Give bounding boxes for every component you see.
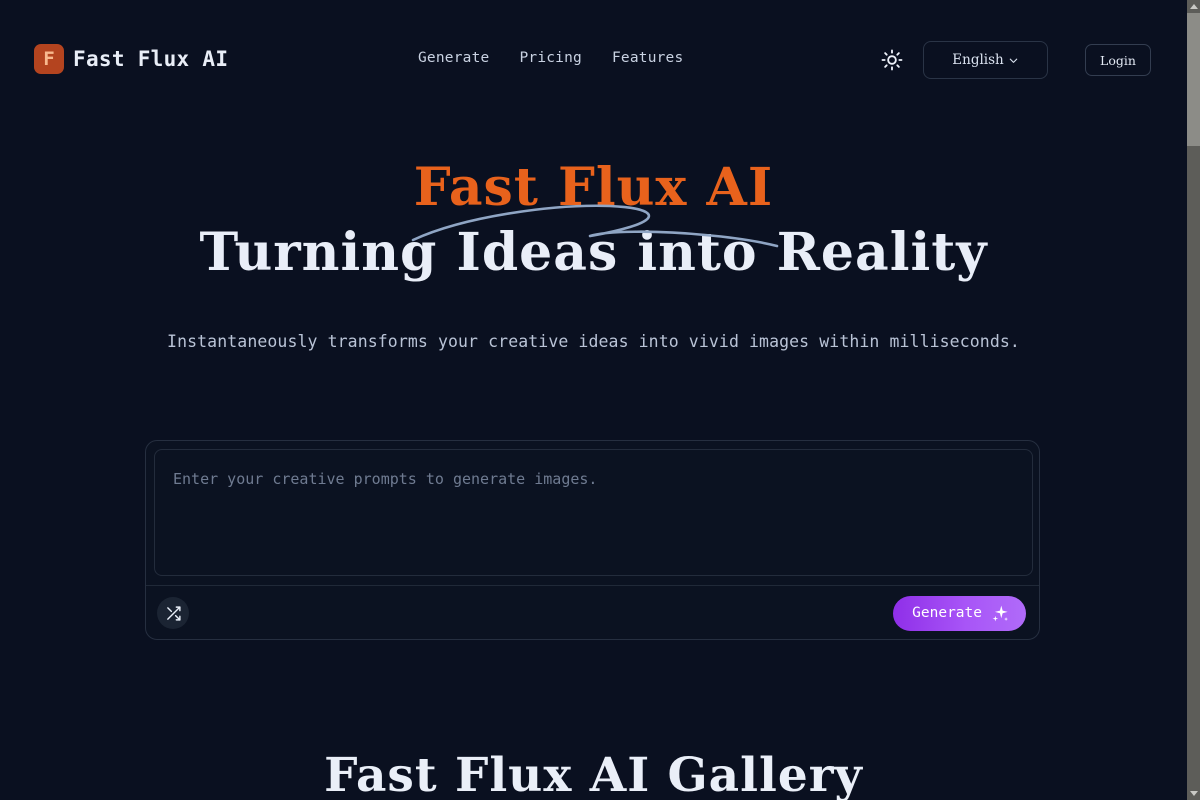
scroll-down-arrow-icon bbox=[1189, 791, 1198, 796]
sparkles-icon bbox=[992, 605, 1009, 621]
hero-title-line-2: Turning Ideas into Reality bbox=[199, 222, 988, 283]
prompt-input[interactable] bbox=[155, 450, 1032, 575]
scroll-up-arrow-icon bbox=[1189, 4, 1198, 9]
language-selector-value: English bbox=[952, 52, 1004, 68]
hero-title-line-1: Fast Flux AI bbox=[413, 157, 774, 218]
gallery-heading: Fast Flux AI Gallery bbox=[324, 748, 863, 800]
page-scrollbar[interactable] bbox=[1187, 0, 1200, 800]
sun-icon bbox=[881, 49, 903, 71]
main-nav: Generate Pricing Features bbox=[418, 50, 683, 66]
chevron-down-icon bbox=[1009, 58, 1017, 63]
brand-name: Fast Flux AI bbox=[73, 47, 229, 71]
prompt-input-wrapper bbox=[154, 449, 1033, 576]
nav-item-pricing[interactable]: Pricing bbox=[519, 50, 582, 66]
scrollbar-up-button[interactable] bbox=[1187, 0, 1200, 13]
language-selector[interactable]: English bbox=[923, 41, 1048, 79]
scrollbar-down-button[interactable] bbox=[1187, 787, 1200, 800]
generate-button[interactable]: Generate bbox=[893, 595, 1026, 631]
hero-subtitle: Instantaneously transforms your creative… bbox=[167, 332, 1020, 351]
login-button[interactable]: Login bbox=[1085, 44, 1151, 76]
brand-mark-icon: F bbox=[34, 44, 64, 74]
nav-item-features[interactable]: Features bbox=[612, 50, 683, 66]
nav-item-generate[interactable]: Generate bbox=[418, 50, 489, 66]
prompt-toolbar: Generate bbox=[146, 585, 1039, 639]
header-actions: English Login bbox=[873, 41, 1151, 79]
hero-title: Fast Flux AI Turning Ideas into Reality bbox=[0, 162, 1187, 279]
generate-button-label: Generate bbox=[912, 605, 982, 621]
shuffle-icon bbox=[166, 605, 181, 621]
page-viewport: F Fast Flux AI Generate Pricing Features bbox=[0, 0, 1187, 800]
scrollbar-thumb[interactable] bbox=[1187, 13, 1200, 146]
theme-toggle-button[interactable] bbox=[873, 41, 911, 79]
site-header: F Fast Flux AI Generate Pricing Features bbox=[0, 0, 1187, 120]
prompt-composer: Generate bbox=[145, 440, 1040, 640]
shuffle-random-prompt-button[interactable] bbox=[157, 597, 189, 629]
brand-logo[interactable]: F Fast Flux AI bbox=[34, 44, 228, 74]
